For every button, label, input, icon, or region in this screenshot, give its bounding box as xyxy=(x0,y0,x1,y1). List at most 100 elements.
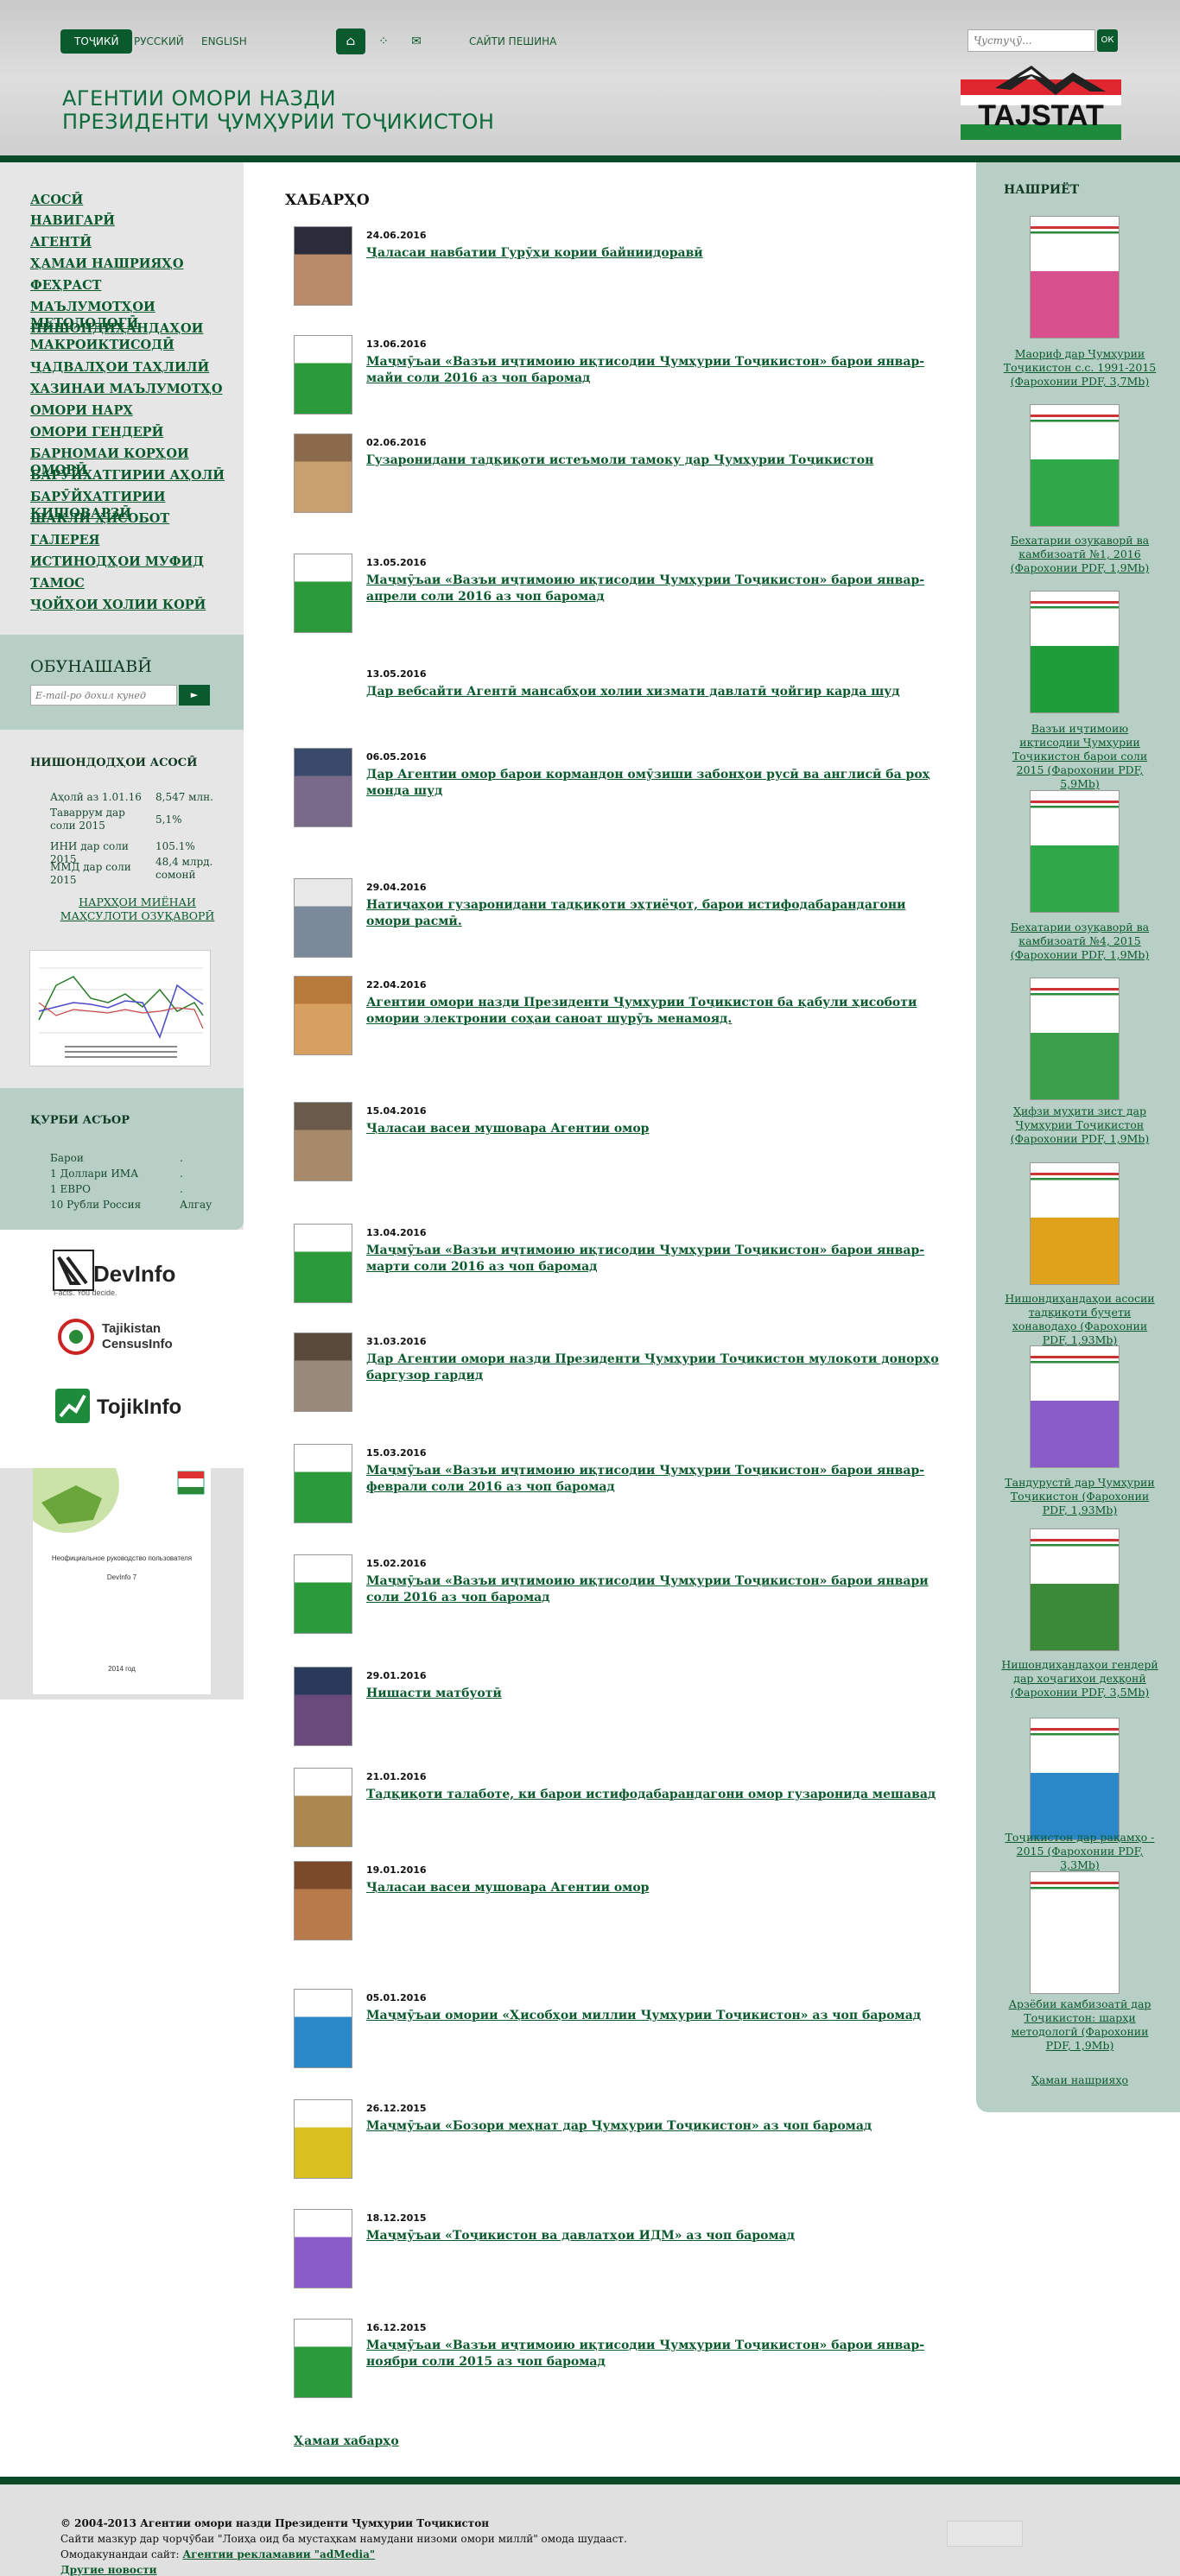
food-prices-link[interactable]: НАРХҲОИ МИЁНАИ МАҲСУЛОТИ ОЗУҚАВОРӢ xyxy=(41,896,233,923)
nav-item-home[interactable]: АСОСӢ xyxy=(30,192,238,208)
news-title-link[interactable]: Маҷмӯъаи омории «Ҳисобҳои миллии Ҷумҳури… xyxy=(366,2008,954,2024)
counter-badge[interactable] xyxy=(947,2521,1023,2547)
censusinfo-logo[interactable]: Tajikistan CensusInfo xyxy=(57,1318,204,1361)
nav-item-macro[interactable]: НИШОНДИҲАНДАҲОИ МАКРОИКТИСОДӢ xyxy=(30,320,238,353)
news-title-link[interactable]: Маҷмӯъаи «Вазъи иҷтимоию иқтисодии Ҷумҳу… xyxy=(366,1573,954,1606)
news-thumbnail[interactable] xyxy=(294,748,352,827)
publication-cover[interactable] xyxy=(1030,1162,1120,1285)
all-publications-link[interactable]: Ҳамаи нашрияҳо xyxy=(1000,2073,1159,2086)
news-thumbnail[interactable] xyxy=(294,1554,352,1634)
news-thumbnail[interactable] xyxy=(294,878,352,958)
news-title-link[interactable]: Маҷмӯъаи «Вазъи иҷтимоию иқтисодии Ҷумҳу… xyxy=(366,573,954,605)
news-title-link[interactable]: Ҷаласаи навбатии Гурӯҳи кории байниидора… xyxy=(366,245,954,262)
news-title-link[interactable]: Гузаронидани тадқиқоти истеъмоли тамоку … xyxy=(366,453,954,469)
news-title-link[interactable]: Нишасти матбуотӣ xyxy=(366,1686,954,1702)
publication-cover[interactable] xyxy=(1030,591,1120,713)
nav-item-census[interactable]: БАРӮЙХАТГИРИИ АҲОЛӢ xyxy=(30,467,238,484)
publication-title-link[interactable]: Бехатарии озуқаворӣ ва камбизоатӣ №1, 20… xyxy=(1000,534,1159,575)
all-news-link[interactable]: Ҳамаи хабарҳо xyxy=(294,2434,399,2448)
news-title-link[interactable]: Агентии омори назди Президенти Ҷумҳурии … xyxy=(366,995,954,1028)
email-field[interactable] xyxy=(30,685,177,706)
publication-cover[interactable] xyxy=(1030,1529,1120,1651)
publication-cover[interactable] xyxy=(1030,978,1120,1100)
news-thumbnail[interactable] xyxy=(294,1768,352,1847)
news-thumbnail[interactable] xyxy=(294,1667,352,1746)
news-thumbnail[interactable] xyxy=(294,2319,352,2398)
news-thumbnail[interactable] xyxy=(294,226,352,306)
publication-title-link[interactable]: Нишондиҳандаҳои гендерӣ дар хоҷагиҳои де… xyxy=(1000,1658,1159,1699)
publication-title-link[interactable]: Арзёбии камбизоатӣ дар Тоҷикистон: шарҳи… xyxy=(1000,1997,1159,2053)
news-title-link[interactable]: Маҷмӯъаи «Вазъи иҷтимоию иқтисодии Ҷумҳу… xyxy=(366,1243,954,1275)
home-icon[interactable]: ⌂ xyxy=(336,28,365,54)
lang-tajik-button[interactable]: ТОҶИКӢ xyxy=(60,29,133,54)
publication-cover[interactable] xyxy=(1030,1871,1120,1994)
news-title-link[interactable]: Дар вебсайти Агентӣ мансабҳои холии хизм… xyxy=(366,684,954,700)
admedia-link[interactable]: Агентии рекламавии "adMedia" xyxy=(182,2548,375,2560)
news-title-link[interactable]: Ҷаласаи васеи мушовара Агентии омор xyxy=(366,1121,954,1137)
nav-item-catalogue[interactable]: ФЕҲРАСТ xyxy=(30,277,238,294)
news-thumbnail[interactable] xyxy=(294,1861,352,1940)
sitemap-icon[interactable]: ⁘ xyxy=(369,28,398,54)
news-title-link[interactable]: Маҷмӯъаи «Вазъи иҷтимоию иқтисодии Ҷумҳу… xyxy=(366,354,954,387)
publication-title-link[interactable]: Ҳифзи муҳити зист дар Ҷумҳурии Тоҷикисто… xyxy=(1000,1104,1159,1146)
publication-cover[interactable] xyxy=(1030,404,1120,527)
nav-item-tables[interactable]: ҶАДВАЛҲОИ ТАҲЛИЛӢ xyxy=(30,359,238,376)
news-thumbnail[interactable] xyxy=(294,1224,352,1303)
nav-item-publications[interactable]: ҲАМАИ НАШРИЯҲО xyxy=(30,256,238,272)
publication-title-link[interactable]: Нишондиҳандаҳои асосии тадқиқоти буҷети … xyxy=(1000,1292,1159,1347)
nav-item-news[interactable]: НАВИГАРӢ xyxy=(30,212,238,229)
publication-title-link[interactable]: Бехатарии озуқаворӣ ва камбизоатӣ №4, 20… xyxy=(1000,921,1159,962)
news-title-link[interactable]: Маҷмӯъаи «Бозори меҳнат дар Ҷумҳурии Тоҷ… xyxy=(366,2118,954,2135)
publication-cover[interactable] xyxy=(1030,216,1120,339)
nav-item-vacancies[interactable]: ҶОЙҲОИ ХОЛИИ КОРӢ xyxy=(30,597,238,613)
news-title-link[interactable]: Тадқиқоти талаботе, ки барои истифодабар… xyxy=(366,1787,954,1803)
news-thumbnail[interactable] xyxy=(294,1444,352,1523)
nav-item-agency[interactable]: АГЕНТӢ xyxy=(30,234,238,250)
news-date: 15.04.2016 xyxy=(366,1105,427,1117)
lang-english-button[interactable]: ENGLISH xyxy=(201,29,247,54)
publication-cover[interactable] xyxy=(1030,790,1120,913)
publication-title-link[interactable]: Маориф дар Ҷумҳурии Тоҷикистон с.с. 1991… xyxy=(1000,347,1159,389)
news-thumbnail[interactable] xyxy=(294,434,352,513)
news-title-link[interactable]: Маҷмӯъаи «Тоҷикистон ва давлатҳои ИДМ» а… xyxy=(366,2228,954,2244)
subscribe-button[interactable]: ► xyxy=(179,685,210,706)
news-title-link[interactable]: Дар Агентии омори назди Президенти Ҷумҳу… xyxy=(366,1351,954,1384)
nav-item-forms[interactable]: ШАКЛИ ҲИСОБОТ xyxy=(30,510,238,527)
publication-title-link[interactable]: Тоҷикистон дар рақамҳо - 2015 (Фарохонии… xyxy=(1000,1831,1159,1872)
tajstat-logo[interactable]: TAJSTAT xyxy=(961,60,1121,140)
news-thumbnail[interactable] xyxy=(294,1102,352,1181)
indicator-chart-thumbnail[interactable] xyxy=(29,950,211,1066)
news-thumbnail[interactable] xyxy=(294,2209,352,2288)
publication-cover[interactable] xyxy=(1030,1718,1120,1840)
nav-item-database[interactable]: ХАЗИНАИ МАЪЛУМОТҲО xyxy=(30,381,238,397)
news-thumbnail[interactable] xyxy=(294,2099,352,2179)
news-thumbnail[interactable] xyxy=(294,976,352,1055)
news-title-link[interactable]: Маҷмӯъаи «Вазъи иҷтимоию иқтисодии Ҷумҳу… xyxy=(366,1463,954,1496)
publication-title-link[interactable]: Тандурустӣ дар Ҷумҳурии Тоҷикистон (Фаро… xyxy=(1000,1476,1159,1517)
indicator-label: ММД дар соли 2015 xyxy=(50,861,131,886)
search-input[interactable] xyxy=(967,29,1095,52)
news-thumbnail[interactable] xyxy=(294,1989,352,2068)
news-title-link[interactable]: Дар Агентии омор барои кормандон омӯзиши… xyxy=(366,767,954,800)
news-thumbnail[interactable] xyxy=(294,1332,352,1412)
nav-item-gender[interactable]: ОМОРИ ГЕНДЕРӢ xyxy=(30,424,238,440)
devinfo-manual-cover[interactable]: Неофициальное руководство пользователя D… xyxy=(16,1438,211,1694)
publication-cover[interactable] xyxy=(1030,1345,1120,1468)
search-button[interactable]: ОК xyxy=(1097,29,1118,52)
devinfo-logo[interactable]: DevInfo Facts. You decide. xyxy=(52,1249,199,1301)
nav-item-gallery[interactable]: ГАЛЕРЕЯ xyxy=(30,532,238,548)
news-title-link[interactable]: Ҷаласаи васеи мушовара Агентии омор xyxy=(366,1880,954,1896)
news-title-link[interactable]: Натиҷаҳои гузаронидани тадқиқоти эҳтиёҷо… xyxy=(366,897,954,930)
other-news-link[interactable]: Другие новости xyxy=(60,2563,157,2576)
tojikinfo-logo[interactable]: TojikInfo xyxy=(54,1387,200,1430)
mail-icon[interactable]: ✉ xyxy=(402,28,431,54)
publication-title-link[interactable]: Вазъи иҷтимоию иқтисодии Ҷумҳурии Тоҷики… xyxy=(1000,722,1159,791)
news-title-link[interactable]: Маҷмӯъаи «Вазъи иҷтимоию иқтисодии Ҷумҳу… xyxy=(366,2338,954,2370)
news-thumbnail[interactable] xyxy=(294,554,352,633)
lang-russian-button[interactable]: РУССКИЙ xyxy=(134,29,184,54)
nav-item-links[interactable]: ИСТИНОДҲОИ МУФИД xyxy=(30,554,238,570)
news-thumbnail[interactable] xyxy=(294,335,352,415)
old-site-link[interactable]: САЙТИ ПЕШИНА xyxy=(469,29,556,54)
nav-item-contact[interactable]: ТАМОС xyxy=(30,575,238,592)
nav-item-prices[interactable]: ОМОРИ НАРХ xyxy=(30,402,238,419)
